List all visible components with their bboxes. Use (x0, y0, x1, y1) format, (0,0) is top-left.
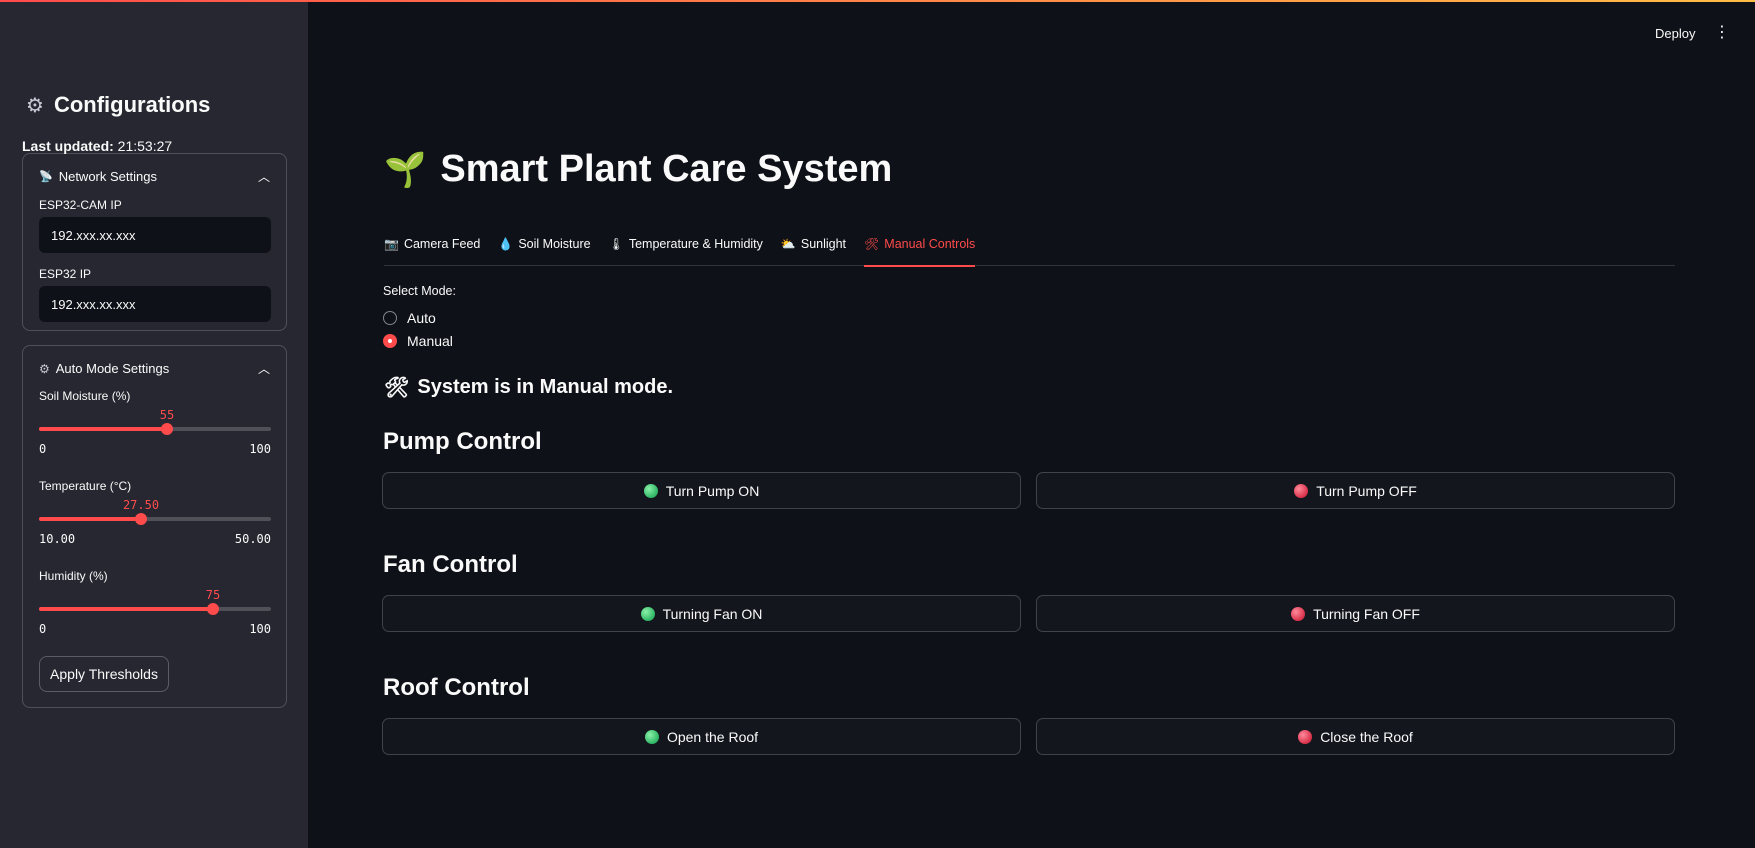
tab-label: Soil Moisture (518, 237, 591, 251)
seedling-icon: 🌱 (384, 150, 427, 189)
green-circle-icon (640, 606, 655, 621)
tab-sunlight[interactable]: ⛅ Sunlight (781, 236, 846, 266)
droplet-icon: 💧 (498, 237, 514, 251)
close-roof-button[interactable]: Close the Roof (1036, 718, 1675, 755)
red-circle-icon (1294, 483, 1309, 498)
fan-off-button[interactable]: Turning Fan OFF (1036, 595, 1675, 632)
esp32cam-ip-input[interactable] (39, 217, 271, 253)
red-circle-icon (1291, 606, 1306, 621)
pump-off-button[interactable]: Turn Pump OFF (1036, 472, 1675, 509)
tab-label: Temperature & Humidity (628, 237, 763, 251)
button-label: Turning Fan ON (662, 605, 763, 622)
apply-thresholds-button[interactable]: Apply Thresholds (39, 656, 169, 692)
humidity-slider[interactable]: 75 0 100 (39, 588, 271, 638)
pump-control-heading: Pump Control (383, 428, 542, 455)
network-settings-title: Network Settings (58, 169, 157, 184)
select-mode-label: Select Mode: (383, 284, 456, 298)
fan-control-heading: Fan Control (383, 551, 518, 578)
slider-value: 75 (205, 588, 221, 602)
deploy-button[interactable]: Deploy (1655, 26, 1695, 41)
satellite-icon: 📡 (39, 171, 53, 183)
radio-circle[interactable] (383, 311, 397, 325)
temperature-slider[interactable]: 27.50 10.00 50.00 (39, 498, 271, 548)
button-label: Open the Roof (666, 728, 759, 745)
tools-icon: 🛠 (384, 377, 410, 399)
slider-fill (39, 427, 167, 431)
slider-thumb[interactable] (135, 513, 147, 525)
slider-fill (39, 607, 213, 611)
red-circle-icon (1298, 729, 1313, 744)
fan-on-button[interactable]: Turning Fan ON (382, 595, 1021, 632)
radio-manual[interactable]: Manual (383, 333, 453, 349)
tab-label: Sunlight (800, 237, 847, 251)
slider-min: 0 (39, 442, 47, 456)
thermometer-icon: 🌡 (608, 237, 624, 251)
soil-moisture-slider[interactable]: 55 0 100 (39, 408, 271, 458)
button-label: Close the Roof (1320, 728, 1413, 745)
button-label: Turning Fan OFF (1313, 605, 1420, 622)
tab-temperature-humidity[interactable]: 🌡 Temperature & Humidity (609, 236, 763, 266)
slider-value: 27.50 (122, 498, 160, 512)
slider-thumb[interactable] (207, 603, 219, 615)
auto-mode-settings-expander: ⚙ Auto Mode Settings ︿ Soil Moisture (%)… (22, 345, 287, 708)
page-title-text: Smart Plant Care System (440, 148, 893, 190)
kebab-menu-icon[interactable]: ⋮ (1714, 25, 1730, 41)
tab-camera-feed[interactable]: 📷 Camera Feed (384, 236, 480, 266)
page-title: 🌱 Smart Plant Care System (384, 148, 892, 191)
slider-min: 0 (39, 622, 47, 636)
chevron-up-icon[interactable]: ︿ (258, 168, 270, 185)
gear-icon: ⚙ (39, 361, 50, 376)
camera-icon: 📷 (384, 237, 399, 251)
last-updated: Last updated: 21:53:27 (22, 138, 172, 154)
esp32cam-ip-label: ESP32-CAM IP (39, 198, 122, 212)
sidebar-title: ⚙ Configurations (26, 92, 210, 118)
slider-value: 55 (159, 408, 175, 422)
tab-label: Camera Feed (403, 237, 481, 251)
button-label: Turn Pump OFF (1316, 482, 1417, 499)
chevron-up-icon[interactable]: ︿ (258, 360, 270, 377)
sidebar: ⚙ Configurations Last updated: 21:53:27 … (0, 2, 308, 848)
tab-bar: 📷 Camera Feed 💧 Soil Moisture 🌡 Temperat… (384, 236, 1675, 267)
network-settings-expander: 📡 Network Settings ︿ ESP32-CAM IP ESP32 … (22, 153, 287, 331)
network-settings-header[interactable]: 📡 Network Settings ︿ (39, 168, 270, 185)
temperature-label: Temperature (°C) (39, 479, 132, 493)
auto-mode-settings-title: Auto Mode Settings (55, 361, 170, 376)
sun-cloud-icon: ⛅ (780, 237, 796, 251)
last-updated-label: Last updated: (22, 138, 114, 154)
tab-soil-moisture[interactable]: 💧 Soil Moisture (498, 236, 590, 266)
mode-status-text: System is in Manual mode. (417, 376, 674, 398)
button-label: Turn Pump ON (665, 482, 760, 499)
green-circle-icon (644, 729, 659, 744)
esp32-ip-label: ESP32 IP (39, 267, 92, 281)
slider-fill (39, 517, 141, 521)
sidebar-title-text: Configurations (53, 92, 211, 117)
slider-max: 100 (249, 622, 271, 636)
tab-label: Manual Controls (884, 237, 976, 251)
green-circle-icon (643, 483, 658, 498)
slider-thumb[interactable] (161, 423, 173, 435)
mode-status: 🛠 System is in Manual mode. (384, 375, 673, 400)
tools-icon: 🛠 (864, 237, 880, 251)
humidity-label: Humidity (%) (39, 569, 108, 583)
slider-max: 100 (249, 442, 271, 456)
radio-label: Manual (407, 333, 453, 349)
gear-icon: ⚙ (26, 94, 44, 117)
soil-moisture-label: Soil Moisture (%) (39, 389, 131, 403)
esp32-ip-input[interactable] (39, 286, 271, 322)
open-roof-button[interactable]: Open the Roof (382, 718, 1021, 755)
slider-max: 50.00 (234, 532, 271, 546)
last-updated-time: 21:53:27 (117, 138, 173, 154)
radio-label: Auto (407, 310, 436, 326)
roof-control-heading: Roof Control (383, 674, 530, 701)
auto-mode-settings-header[interactable]: ⚙ Auto Mode Settings ︿ (39, 360, 270, 377)
radio-circle-selected[interactable] (383, 334, 397, 348)
pump-on-button[interactable]: Turn Pump ON (382, 472, 1021, 509)
tab-manual-controls[interactable]: 🛠 Manual Controls (864, 236, 976, 267)
radio-auto[interactable]: Auto (383, 310, 436, 326)
slider-min: 10.00 (39, 532, 76, 546)
